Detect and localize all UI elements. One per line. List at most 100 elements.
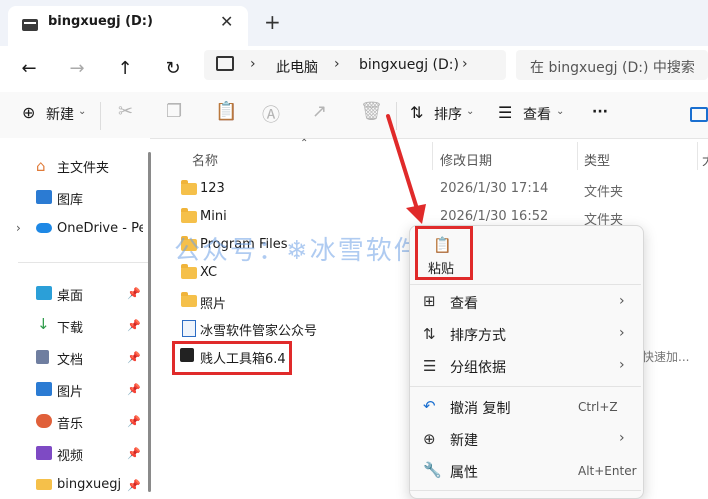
pin-icon: 📌 <box>127 319 141 332</box>
sidebar-item-downloads[interactable]: 下载 <box>57 317 83 336</box>
context-sort[interactable]: 排序方式 <box>450 325 506 345</box>
copy-icon[interactable]: ❐ <box>166 101 182 122</box>
chevron-right-icon: › <box>619 430 625 446</box>
sidebar-item-desktop[interactable]: 桌面 <box>57 285 83 304</box>
file-name[interactable]: XC <box>200 265 217 280</box>
folder-icon <box>181 208 197 223</box>
plus-circle-icon: ⊕ <box>22 103 36 122</box>
column-header-size[interactable]: 大 <box>702 150 708 169</box>
new-button[interactable]: 新建 <box>46 104 74 124</box>
video-icon <box>36 446 52 460</box>
breadcrumb-drive[interactable]: bingxuegj (D:) <box>359 57 459 73</box>
context-undo[interactable]: 撤消 复制 <box>450 398 510 418</box>
context-new[interactable]: 新建 <box>450 430 478 450</box>
column-header-modified[interactable]: 修改日期 <box>440 150 492 169</box>
sidebar-item-music[interactable]: 音乐 <box>57 413 83 432</box>
group-icon: ☰ <box>423 357 437 375</box>
highlight-box-file <box>172 341 292 375</box>
sort-up-icon: ⌃ <box>300 138 309 149</box>
folder-icon <box>181 292 197 307</box>
back-button[interactable]: ← <box>14 54 44 84</box>
context-group[interactable]: 分组依据 <box>450 357 506 377</box>
menu-separator <box>410 284 641 285</box>
file-date: 2026/1/30 16:52 <box>440 209 549 224</box>
expand-chevron-icon[interactable]: › <box>16 221 21 235</box>
desktop-icon <box>36 286 52 300</box>
chevron-down-icon: ⌄ <box>556 106 565 117</box>
file-date: 2026/1/30 17:14 <box>440 181 549 196</box>
search-input[interactable]: 在 bingxuegj (D:) 中搜索 <box>530 57 695 77</box>
toolbar-divider <box>100 102 101 130</box>
cut-icon[interactable]: ✂ <box>118 101 133 122</box>
wrench-icon: 🔧 <box>423 461 442 479</box>
pin-icon: 📌 <box>127 479 141 492</box>
context-properties[interactable]: 属性 <box>450 462 478 482</box>
computer-icon <box>216 56 234 71</box>
breadcrumb-this-pc[interactable]: 此电脑 <box>276 57 318 77</box>
truncated-label: 快速加... <box>642 350 690 364</box>
chevron-right-icon: › <box>334 56 340 72</box>
home-icon: ⌂ <box>36 157 46 175</box>
pin-icon: 📌 <box>127 447 141 460</box>
menu-separator <box>410 386 641 387</box>
document-icon <box>36 350 49 364</box>
picture-icon <box>36 382 52 396</box>
chevron-down-icon: ⌄ <box>466 106 475 117</box>
tab-title: bingxuegj (D:) <box>48 14 153 29</box>
sidebar-item-bingxuegj[interactable]: bingxuegj <box>57 477 121 492</box>
rename-icon[interactable]: Ⓐ <box>262 101 280 127</box>
download-icon: ↓ <box>37 315 50 333</box>
menu-separator <box>410 490 641 491</box>
cloud-icon <box>36 223 52 233</box>
pin-icon: 📌 <box>127 351 141 364</box>
column-separator[interactable] <box>697 142 698 170</box>
chevron-down-icon: ⌄ <box>78 106 87 117</box>
properties-shortcut: Alt+Enter <box>578 464 637 478</box>
file-name[interactable]: 照片 <box>200 293 226 312</box>
more-options-button[interactable]: ··· <box>592 104 608 120</box>
sidebar-item-home[interactable]: 主文件夹 <box>57 157 109 176</box>
file-type: 文件夹 <box>584 185 624 200</box>
file-name[interactable]: Mini <box>200 209 227 224</box>
column-separator[interactable] <box>577 142 578 170</box>
view-button[interactable]: 查看 <box>523 104 551 124</box>
file-name[interactable]: 123 <box>200 181 225 196</box>
column-separator[interactable] <box>432 142 433 170</box>
sidebar-item-documents[interactable]: 文档 <box>57 349 83 368</box>
column-header-type[interactable]: 类型 <box>584 150 610 169</box>
paste-icon[interactable]: 📋 <box>215 101 237 122</box>
sort-icon: ⇅ <box>423 325 436 343</box>
sidebar-item-pictures[interactable]: 图片 <box>57 381 83 400</box>
sidebar-item-videos[interactable]: 视频 <box>57 445 83 464</box>
undo-icon: ↶ <box>423 397 436 415</box>
refresh-button[interactable]: ↻ <box>158 54 188 84</box>
sort-button[interactable]: 排序 <box>434 104 462 124</box>
up-button[interactable]: ↑ <box>110 54 140 84</box>
plus-circle-icon: ⊕ <box>423 430 436 448</box>
forward-button[interactable]: → <box>62 54 92 84</box>
chevron-right-icon: › <box>619 325 625 341</box>
close-tab-icon[interactable]: ✕ <box>220 12 233 31</box>
file-name[interactable]: 冰雪软件管家公众号 <box>200 320 317 339</box>
share-icon[interactable]: ↗ <box>312 101 327 122</box>
sidebar-item-onedrive[interactable]: OneDrive - Per <box>57 221 143 236</box>
chevron-right-icon: › <box>619 357 625 373</box>
folder-icon <box>181 180 197 195</box>
folder-icon <box>181 264 197 279</box>
chevron-right-icon: › <box>619 293 625 309</box>
sidebar-scrollbar[interactable] <box>148 152 151 492</box>
undo-shortcut: Ctrl+Z <box>578 400 618 414</box>
chevron-right-icon[interactable]: › <box>462 56 468 72</box>
annotation-arrow <box>386 114 426 224</box>
column-header-name[interactable]: 名称 <box>192 150 218 169</box>
details-pane-icon[interactable] <box>690 107 708 122</box>
drive-icon <box>22 19 38 31</box>
gallery-icon <box>36 190 52 204</box>
highlight-box-paste <box>415 226 473 280</box>
add-tab-button[interactable]: + <box>264 10 281 34</box>
pin-icon: 📌 <box>127 415 141 428</box>
view-icon: ☰ <box>498 103 513 122</box>
sidebar-item-gallery[interactable]: 图库 <box>57 189 83 208</box>
context-view[interactable]: 查看 <box>450 293 478 313</box>
sidebar-divider <box>18 262 148 263</box>
